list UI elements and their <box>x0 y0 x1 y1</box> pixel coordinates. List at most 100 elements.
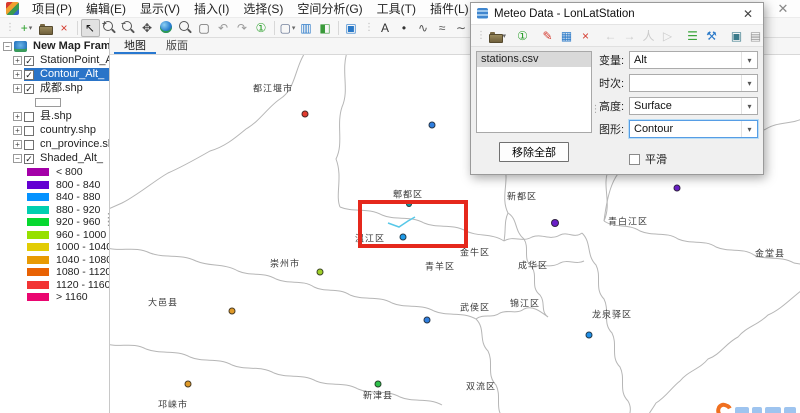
dialog-toolbar: ⋮ ▾ ① ✎ ▦ × <box>471 25 763 47</box>
select-features-button[interactable]: ▢ ▾ <box>278 19 297 37</box>
layer-visibility-checkbox[interactable]: ✓ <box>24 56 34 66</box>
menu-item[interactable]: 插件(L) <box>423 0 476 17</box>
polyline-tool-button[interactable]: ∿ <box>414 19 433 37</box>
tree-item-map-frame[interactable]: − New Map Frame <box>3 40 109 53</box>
smooth-option: 平滑 <box>629 151 758 167</box>
curve-tool-button[interactable]: ∼ <box>452 19 471 37</box>
menu-item[interactable]: 项目(P) <box>25 0 79 17</box>
open-file-button[interactable] <box>36 19 55 37</box>
legend-settings-button[interactable]: ☰ <box>683 27 702 45</box>
tree-item-stationpoint[interactable]: + ✓ StationPoint_Alt_ <box>13 54 109 67</box>
undo-button[interactable]: ↶ <box>214 19 233 37</box>
dialog-splitter[interactable]: ⋮ <box>592 51 599 167</box>
toolbar-grip[interactable]: ⋮ <box>5 22 14 33</box>
chevron-down-icon[interactable]: ▾ <box>741 75 757 91</box>
toolbar-grip[interactable]: ⋮ <box>364 22 373 33</box>
layer-visibility-checkbox[interactable] <box>24 140 34 150</box>
remove-layers-button[interactable]: × <box>55 19 74 37</box>
select-tool-button[interactable]: ↖ <box>81 19 100 37</box>
field-dropdown[interactable]: Surface ▾ <box>629 97 758 115</box>
add-layer-button[interactable]: + ▾ <box>17 19 36 37</box>
layer-visibility-checkbox[interactable] <box>24 112 34 122</box>
expand-toggle[interactable]: + <box>13 84 22 93</box>
form-row: 时次: ▾ <box>599 74 758 92</box>
layer-visibility-checkbox[interactable]: ✓ <box>24 70 34 80</box>
field-dropdown[interactable]: Contour ▾ <box>629 120 758 138</box>
tools-button[interactable]: ⚒ <box>702 27 721 45</box>
menu-item[interactable]: 选择(S) <box>236 0 290 17</box>
remove-graphics-button[interactable]: × <box>576 27 595 45</box>
redo-button[interactable]: ↷ <box>233 19 252 37</box>
chevron-down-icon[interactable]: ▾ <box>741 52 757 68</box>
export-chart-button[interactable]: ▤ <box>746 27 765 45</box>
data-info-button[interactable]: ① <box>513 27 532 45</box>
draw-button[interactable]: ✎ <box>538 27 557 45</box>
expand-toggle[interactable]: + <box>13 126 22 135</box>
panel-splitter[interactable]: ⋮⋮ <box>103 216 109 224</box>
attribute-table-button[interactable]: ▥ <box>297 19 316 37</box>
data-file-list[interactable]: stations.csv <box>476 51 592 133</box>
legend-item: 1120 - 1160 <box>27 279 109 292</box>
full-extent-button[interactable] <box>157 19 176 37</box>
station-dot <box>185 381 192 388</box>
export-image-button[interactable]: ▣ <box>727 27 746 45</box>
expand-toggle[interactable]: + <box>13 112 22 121</box>
app-close-button[interactable]: ✕ <box>775 1 791 17</box>
play-button[interactable]: ▷ <box>658 27 677 45</box>
text-tool-button[interactable]: A <box>376 19 395 37</box>
zoom-in-button[interactable]: + <box>100 19 119 37</box>
view-tab[interactable]: 版面 <box>156 38 198 54</box>
expand-toggle[interactable]: + <box>13 140 22 149</box>
legend-label: 920 - 960 <box>56 216 100 228</box>
open-data-button[interactable]: ▾ <box>488 27 507 45</box>
tree-item-symbol <box>35 96 109 109</box>
remove-all-button[interactable]: 移除全部 <box>499 142 569 162</box>
tree-item-shaded[interactable]: − ✓ Shaded_Alt_ <box>13 152 109 165</box>
data-table-button[interactable]: ▦ <box>557 27 576 45</box>
previous-time-button[interactable]: ← <box>601 27 620 45</box>
zoom-out-button[interactable]: − <box>119 19 138 37</box>
chevron-down-icon[interactable]: ▾ <box>741 98 757 114</box>
smooth-checkbox[interactable] <box>629 154 640 165</box>
next-time-button[interactable]: → <box>620 27 639 45</box>
dialog-close-button[interactable]: ✕ <box>739 7 757 21</box>
point-tool-button[interactable]: • <box>395 19 414 37</box>
meteoinfo-logo <box>716 403 796 413</box>
layer-visibility-checkbox[interactable] <box>24 126 34 136</box>
tree-item-label: Shaded_Alt_ <box>37 152 106 165</box>
tree-item-province-shp[interactable]: + cn_province.shp <box>13 138 109 151</box>
pan-button[interactable]: ✥ <box>138 19 157 37</box>
zoom-rectangle-button[interactable]: ▢ <box>195 19 214 37</box>
menu-item[interactable]: 编辑(E) <box>79 0 133 17</box>
tree-item-contour[interactable]: + ✓ Contour_Alt_ <box>13 68 109 81</box>
select-box-icon: ▢ <box>280 22 291 34</box>
field-dropdown[interactable]: ▾ <box>629 74 758 92</box>
expand-toggle[interactable]: + <box>13 70 22 79</box>
layer-visibility-checkbox[interactable]: ✓ <box>24 84 34 94</box>
zoom-to-layer-button[interactable] <box>176 19 195 37</box>
data-file-item[interactable]: stations.csv <box>477 52 591 67</box>
expand-toggle[interactable]: − <box>3 42 12 51</box>
menu-item[interactable]: 插入(I) <box>187 0 236 17</box>
label-button[interactable]: ◧ <box>316 19 335 37</box>
field-dropdown[interactable]: Alt ▾ <box>629 51 758 69</box>
chevron-down-icon[interactable]: ▾ <box>741 121 757 137</box>
menu-item[interactable]: 工具(T) <box>370 0 423 17</box>
layer-visibility-checkbox[interactable]: ✓ <box>24 154 34 164</box>
tree-item-label: Contour_Alt_ <box>37 68 107 81</box>
view-tab[interactable]: 地图 <box>114 38 156 54</box>
menu-item[interactable]: 空间分析(G) <box>290 0 369 17</box>
insert-image-button[interactable]: ▣ <box>342 19 361 37</box>
expand-toggle[interactable]: + <box>13 56 22 65</box>
toolbar-grip[interactable]: ⋮ <box>476 30 485 41</box>
dropdown-caret: ▾ <box>29 24 33 32</box>
expand-toggle[interactable]: − <box>13 154 22 163</box>
identify-button[interactable]: ① <box>252 19 271 37</box>
tree-item-country-shp[interactable]: + country.shp <box>13 124 109 137</box>
animate-button[interactable]: 人 <box>639 27 658 45</box>
freehand-tool-button[interactable]: ≈ <box>433 19 452 37</box>
menu-item[interactable]: 显示(V) <box>133 0 187 17</box>
tree-item-xian-shp[interactable]: + 县.shp <box>13 110 109 123</box>
tree-item-chengdu-shp[interactable]: + ✓ 成都.shp <box>13 82 109 95</box>
dialog-title-bar[interactable]: Meteo Data - LonLatStation ✕ <box>471 3 763 25</box>
